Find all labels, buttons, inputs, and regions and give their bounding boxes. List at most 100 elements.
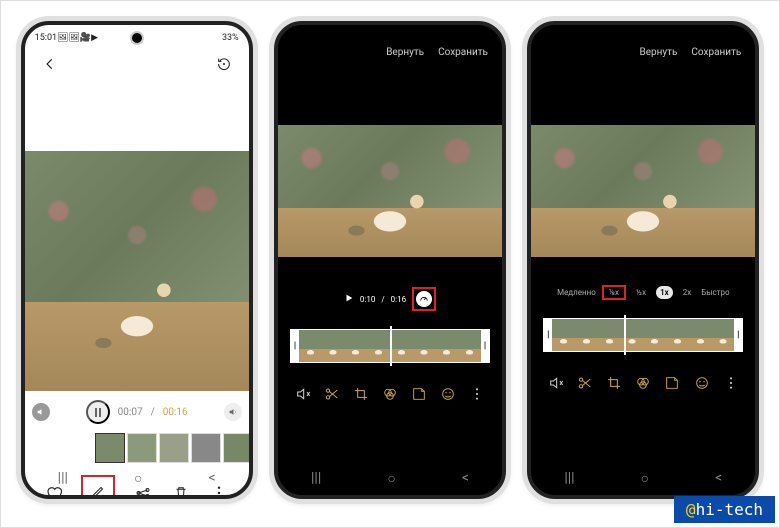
sticker-tool[interactable]: [411, 386, 427, 406]
playhead[interactable]: [624, 315, 626, 355]
filter-tool[interactable]: [382, 386, 398, 406]
speaker-off-icon: [548, 375, 564, 391]
speed-button[interactable]: [416, 291, 432, 307]
chevron-left-icon: [43, 57, 57, 71]
trim-handle-left[interactable]: |: [291, 330, 299, 362]
video-content: [531, 125, 755, 257]
speaker-off-icon: [295, 386, 311, 402]
save-button[interactable]: Сохранить: [438, 47, 488, 58]
video-preview[interactable]: [25, 151, 249, 391]
speed-option-eighth[interactable]: ⅛x: [605, 286, 623, 299]
filter-tool[interactable]: [635, 375, 651, 395]
save-button[interactable]: Сохранить: [691, 47, 741, 58]
nav-back[interactable]: <: [209, 470, 216, 486]
scissors-icon: [577, 375, 593, 391]
thumbnail[interactable]: [127, 433, 157, 463]
nav-recent[interactable]: |||: [564, 470, 574, 486]
emoji-tool[interactable]: [694, 375, 710, 395]
trim-handle-right[interactable]: |: [734, 319, 742, 351]
play-button[interactable]: [344, 293, 354, 305]
trim-filmstrip[interactable]: | |: [290, 329, 490, 363]
nav-home[interactable]: ○: [134, 470, 142, 487]
android-nav: ||| ○ <: [278, 467, 502, 489]
crop-tool[interactable]: [606, 375, 622, 395]
nav-recent[interactable]: |||: [58, 470, 68, 486]
phone-editor-speed-picker: Вернуть Сохранить Медленно ⅛x ½x 1x 2x Б…: [527, 21, 759, 499]
speed-option-1x[interactable]: 1x: [656, 286, 673, 299]
more-tool[interactable]: [469, 386, 485, 406]
crop-rotate-icon: [353, 386, 369, 402]
sparkle-rotate-icon: [216, 56, 232, 72]
speed-option-half[interactable]: ½x: [632, 286, 650, 299]
slow-label: Медленно: [557, 288, 596, 297]
audio-tool[interactable]: [295, 386, 311, 406]
play-icon: [344, 293, 354, 303]
smiley-icon: [440, 386, 456, 402]
back-button[interactable]: [39, 53, 61, 75]
nav-back[interactable]: <: [715, 470, 722, 486]
more-tool[interactable]: [723, 375, 739, 395]
editor-toolbar: [278, 381, 502, 411]
time-sep: /: [151, 407, 155, 418]
filter-icon: [382, 386, 398, 402]
speed-picker: Медленно ⅛x ½x 1x 2x Быстро: [531, 285, 755, 300]
revert-button[interactable]: Вернуть: [640, 47, 678, 58]
video-preview[interactable]: [531, 125, 755, 257]
time-current: 0:10: [360, 295, 375, 304]
sticker-icon: [664, 375, 680, 391]
cut-tool[interactable]: [577, 375, 593, 395]
sticker-icon: [411, 386, 427, 402]
fast-label: Быстро: [701, 288, 729, 297]
thumbnail[interactable]: [223, 433, 249, 463]
phone-gallery-view: 15:01 🖼🖼🎥▶ 33% 00:07 / 00:16: [21, 21, 253, 499]
audio-tool[interactable]: [548, 375, 564, 395]
smiley-icon: [694, 375, 710, 391]
crop-tool[interactable]: [353, 386, 369, 406]
sticker-tool[interactable]: [664, 375, 680, 395]
clock: 15:01: [35, 33, 57, 43]
auto-enhance-button[interactable]: [213, 53, 235, 75]
battery-pct: 33%: [222, 33, 239, 43]
camera-hole: [385, 33, 395, 43]
video-content: [278, 125, 502, 257]
camera-hole: [638, 33, 648, 43]
cut-tool[interactable]: [324, 386, 340, 406]
volume-icon: [228, 407, 238, 417]
thumbnail[interactable]: [159, 433, 189, 463]
nav-recent[interactable]: |||: [311, 470, 321, 486]
nav-back[interactable]: <: [462, 470, 469, 486]
editor-toolbar: [531, 370, 755, 400]
camera-hole: [132, 33, 142, 43]
trim-handle-left[interactable]: |: [544, 319, 552, 351]
crop-rotate-icon: [606, 375, 622, 391]
thumbnail-strip[interactable]: [25, 425, 249, 471]
pause-button[interactable]: [86, 400, 110, 424]
nav-home[interactable]: ○: [387, 470, 395, 487]
thumbnail[interactable]: [95, 433, 125, 463]
watermark: @hi-tech: [674, 496, 775, 523]
time-current: 00:07: [118, 407, 143, 418]
android-nav: ||| ○ <: [531, 467, 755, 489]
trim-handle-right[interactable]: |: [481, 330, 489, 362]
filter-icon: [635, 375, 651, 391]
nav-home[interactable]: ○: [641, 470, 649, 487]
android-nav: ||| ○ <: [25, 467, 249, 489]
more-vert-icon: [469, 386, 485, 402]
scissors-icon: [324, 386, 340, 402]
speed-highlight: ⅛x: [602, 285, 626, 300]
time-total: 00:16: [163, 407, 188, 418]
phone-editor-speed-button: Вернуть Сохранить 0:10 / 0:16 | |: [274, 21, 506, 499]
video-preview[interactable]: [278, 125, 502, 257]
more-vert-icon: [723, 375, 739, 391]
emoji-tool[interactable]: [440, 386, 456, 406]
trim-filmstrip[interactable]: | |: [543, 318, 743, 352]
mute-button[interactable]: [32, 403, 50, 421]
video-content: [25, 151, 249, 391]
speaker-icon: [36, 407, 46, 417]
speed-option-2x[interactable]: 2x: [679, 286, 695, 299]
volume-button[interactable]: [224, 403, 242, 421]
playback-row: 0:10 / 0:16: [278, 287, 502, 311]
revert-button[interactable]: Вернуть: [386, 47, 424, 58]
thumbnail[interactable]: [191, 433, 221, 463]
playhead[interactable]: [390, 326, 392, 366]
